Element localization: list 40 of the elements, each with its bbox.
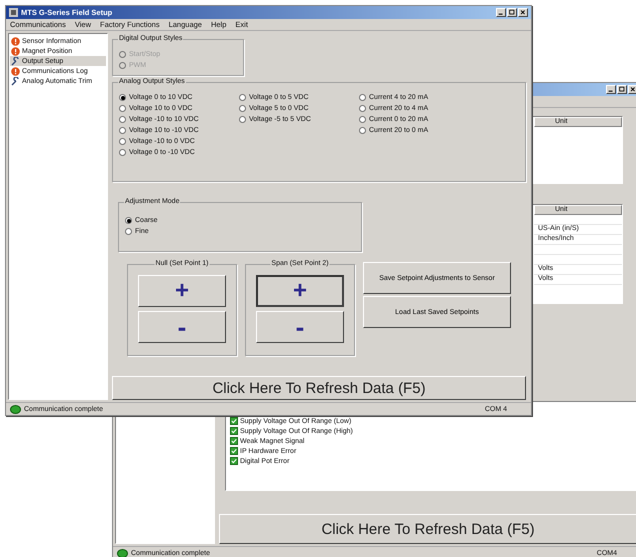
radio-button[interactable] — [359, 116, 366, 123]
refresh-button[interactable]: Click Here To Refresh Data (F5) — [219, 514, 636, 544]
maximize-button[interactable] — [507, 8, 517, 17]
radio-button[interactable] — [119, 138, 126, 145]
radio-button[interactable] — [359, 127, 366, 134]
status-light-icon — [117, 548, 128, 557]
alert-icon — [11, 36, 20, 46]
radio-button[interactable] — [239, 94, 246, 101]
check-icon — [230, 427, 238, 435]
check-icon — [230, 437, 238, 445]
radio-button[interactable] — [125, 217, 132, 224]
radio-button[interactable] — [239, 105, 246, 112]
alert-icon — [11, 66, 20, 76]
wrench-icon — [11, 76, 20, 86]
close-button[interactable] — [518, 8, 528, 17]
radio-button[interactable] — [239, 116, 246, 123]
radio-button[interactable] — [119, 116, 126, 123]
minimize-button[interactable] — [496, 8, 506, 17]
alert-icon — [11, 46, 20, 56]
minimize-button[interactable] — [606, 85, 616, 94]
close-button[interactable] — [628, 85, 636, 94]
adjust-button[interactable]: - — [138, 311, 226, 343]
radio-button[interactable] — [119, 127, 126, 134]
adjust-button[interactable]: - — [256, 311, 344, 343]
adjust-button[interactable]: + — [138, 275, 226, 307]
check-icon — [230, 417, 238, 425]
check-icon — [230, 457, 238, 465]
status-light-icon — [10, 404, 21, 414]
radio-button[interactable] — [119, 105, 126, 112]
wrench-icon — [11, 56, 20, 66]
radio-button[interactable] — [359, 105, 366, 112]
radio-button[interactable] — [119, 94, 126, 101]
radio-button[interactable] — [359, 94, 366, 101]
check-icon — [230, 447, 238, 455]
maximize-button[interactable] — [617, 85, 627, 94]
adjust-button[interactable]: + — [256, 275, 344, 307]
radio-button[interactable] — [125, 228, 132, 235]
refresh-button[interactable]: Click Here To Refresh Data (F5) — [112, 376, 526, 400]
app-icon — [9, 8, 18, 17]
radio-button[interactable] — [119, 149, 126, 156]
